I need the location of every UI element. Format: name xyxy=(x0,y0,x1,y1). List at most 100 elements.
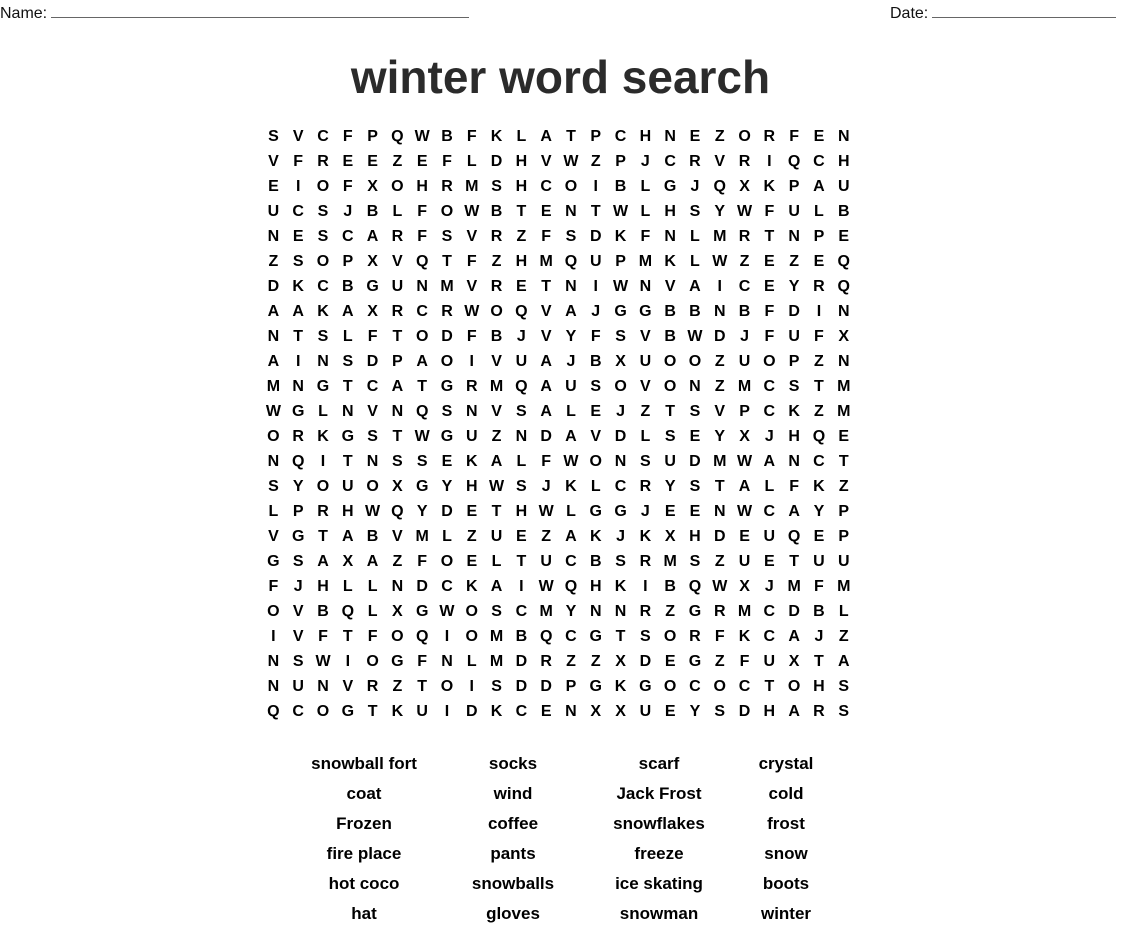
grid-cell[interactable]: S xyxy=(286,550,311,575)
grid-cell[interactable]: F xyxy=(583,325,608,350)
grid-cell[interactable]: B xyxy=(509,625,534,650)
grid-cell[interactable]: D xyxy=(707,325,732,350)
grid-cell[interactable]: W xyxy=(410,125,435,150)
grid-cell[interactable]: Y xyxy=(707,425,732,450)
grid-cell[interactable]: N xyxy=(459,400,484,425)
grid-cell[interactable]: M xyxy=(732,375,757,400)
grid-cell[interactable]: O xyxy=(385,175,410,200)
grid-cell[interactable]: A xyxy=(782,500,807,525)
grid-cell[interactable]: H xyxy=(583,575,608,600)
grid-cell[interactable]: E xyxy=(658,700,683,725)
grid-cell[interactable]: L xyxy=(459,650,484,675)
grid-cell[interactable]: X xyxy=(782,650,807,675)
grid-cell[interactable]: Y xyxy=(559,325,584,350)
grid-cell[interactable]: B xyxy=(732,300,757,325)
grid-cell[interactable]: E xyxy=(459,550,484,575)
grid-cell[interactable]: L xyxy=(757,475,782,500)
grid-cell[interactable]: P xyxy=(782,350,807,375)
grid-cell[interactable]: U xyxy=(633,350,658,375)
grid-cell[interactable]: U xyxy=(410,700,435,725)
grid-cell[interactable]: F xyxy=(534,450,559,475)
grid-cell[interactable]: H xyxy=(311,575,336,600)
grid-cell[interactable]: X xyxy=(360,175,385,200)
grid-cell[interactable]: Z xyxy=(707,650,732,675)
grid-cell[interactable]: Q xyxy=(831,275,856,300)
grid-cell[interactable]: Q xyxy=(261,700,286,725)
grid-cell[interactable]: O xyxy=(410,325,435,350)
grid-cell[interactable]: U xyxy=(732,350,757,375)
grid-cell[interactable]: A xyxy=(534,400,559,425)
grid-cell[interactable]: P xyxy=(335,250,360,275)
grid-cell[interactable]: W xyxy=(435,600,460,625)
grid-cell[interactable]: G xyxy=(608,500,633,525)
grid-cell[interactable]: I xyxy=(261,625,286,650)
grid-cell[interactable]: M xyxy=(782,575,807,600)
grid-cell[interactable]: C xyxy=(286,200,311,225)
grid-cell[interactable]: T xyxy=(311,525,336,550)
grid-cell[interactable]: L xyxy=(831,600,856,625)
grid-cell[interactable]: C xyxy=(807,150,832,175)
grid-cell[interactable]: V xyxy=(633,375,658,400)
grid-cell[interactable]: X xyxy=(385,475,410,500)
grid-cell[interactable]: N xyxy=(385,400,410,425)
grid-cell[interactable]: F xyxy=(435,150,460,175)
grid-cell[interactable]: N xyxy=(782,225,807,250)
grid-cell[interactable]: M xyxy=(831,375,856,400)
grid-cell[interactable]: M xyxy=(707,450,732,475)
grid-cell[interactable]: N xyxy=(410,275,435,300)
grid-cell[interactable]: A xyxy=(484,575,509,600)
grid-cell[interactable]: B xyxy=(658,300,683,325)
grid-cell[interactable]: H xyxy=(658,200,683,225)
grid-cell[interactable]: X xyxy=(385,600,410,625)
grid-cell[interactable]: C xyxy=(683,675,708,700)
grid-cell[interactable]: E xyxy=(807,125,832,150)
grid-cell[interactable]: T xyxy=(583,200,608,225)
grid-cell[interactable]: A xyxy=(261,300,286,325)
grid-cell[interactable]: N xyxy=(559,700,584,725)
grid-cell[interactable]: O xyxy=(658,675,683,700)
grid-cell[interactable]: M xyxy=(410,525,435,550)
grid-cell[interactable]: O xyxy=(683,350,708,375)
grid-cell[interactable]: Z xyxy=(658,600,683,625)
grid-cell[interactable]: B xyxy=(831,200,856,225)
grid-cell[interactable]: R xyxy=(683,150,708,175)
grid-cell[interactable]: V xyxy=(583,425,608,450)
grid-cell[interactable]: T xyxy=(534,275,559,300)
grid-cell[interactable]: S xyxy=(360,425,385,450)
grid-cell[interactable]: B xyxy=(583,350,608,375)
grid-cell[interactable]: B xyxy=(335,275,360,300)
grid-cell[interactable]: L xyxy=(360,575,385,600)
grid-cell[interactable]: C xyxy=(410,300,435,325)
grid-cell[interactable]: I xyxy=(633,575,658,600)
grid-cell[interactable]: J xyxy=(633,500,658,525)
grid-cell[interactable]: Z xyxy=(484,425,509,450)
grid-cell[interactable]: B xyxy=(435,125,460,150)
grid-cell[interactable]: C xyxy=(559,550,584,575)
grid-cell[interactable]: R xyxy=(484,275,509,300)
grid-cell[interactable]: N xyxy=(435,650,460,675)
grid-cell[interactable]: Q xyxy=(335,600,360,625)
grid-cell[interactable]: O xyxy=(435,675,460,700)
grid-cell[interactable]: E xyxy=(831,225,856,250)
grid-cell[interactable]: S xyxy=(484,175,509,200)
grid-cell[interactable]: Z xyxy=(534,525,559,550)
grid-cell[interactable]: G xyxy=(583,500,608,525)
grid-cell[interactable]: E xyxy=(335,150,360,175)
grid-cell[interactable]: Z xyxy=(732,250,757,275)
grid-cell[interactable]: I xyxy=(286,175,311,200)
grid-cell[interactable]: L xyxy=(261,500,286,525)
grid-cell[interactable]: X xyxy=(732,175,757,200)
grid-cell[interactable]: U xyxy=(286,675,311,700)
grid-cell[interactable]: A xyxy=(534,350,559,375)
grid-cell[interactable]: V xyxy=(707,400,732,425)
grid-cell[interactable]: U xyxy=(732,550,757,575)
grid-cell[interactable]: Q xyxy=(410,400,435,425)
grid-cell[interactable]: U xyxy=(757,650,782,675)
grid-cell[interactable]: K xyxy=(608,225,633,250)
grid-cell[interactable]: N xyxy=(509,425,534,450)
grid-cell[interactable]: Q xyxy=(410,250,435,275)
grid-cell[interactable]: I xyxy=(311,450,336,475)
grid-cell[interactable]: P xyxy=(608,150,633,175)
grid-cell[interactable]: L xyxy=(360,600,385,625)
grid-cell[interactable]: E xyxy=(286,225,311,250)
